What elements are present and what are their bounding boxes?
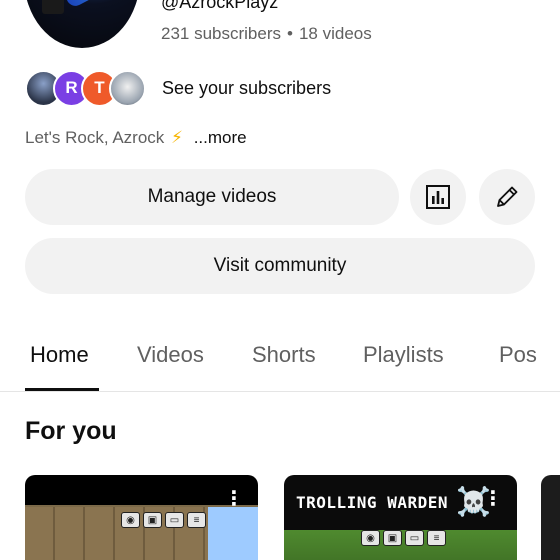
avatar-glow bbox=[63, 0, 125, 10]
tab-videos[interactable]: Videos bbox=[137, 342, 204, 368]
tab-playlists[interactable]: Playlists bbox=[363, 342, 444, 368]
tab-home[interactable]: Home bbox=[30, 342, 89, 368]
more-vert-icon[interactable]: ⋮ bbox=[224, 489, 244, 509]
channel-tabs: Home Videos Shorts Playlists Pos bbox=[0, 330, 560, 392]
see-subscribers-link[interactable]: See your subscribers bbox=[162, 78, 331, 99]
eye-icon: ◉ bbox=[361, 530, 380, 546]
chat-icon: ▭ bbox=[165, 512, 184, 528]
visit-community-button[interactable]: Visit community bbox=[25, 238, 535, 294]
thumbnail-title-text: TROLLING WARDEN bbox=[296, 493, 448, 512]
puzzle-icon: ▣ bbox=[383, 530, 402, 546]
edit-channel-button[interactable] bbox=[479, 169, 535, 225]
lightning-emoji: ⚡ bbox=[171, 128, 183, 147]
thumbnail-sky bbox=[208, 507, 258, 560]
channel-stats: 231 subscribers • 18 videos bbox=[161, 24, 372, 44]
more-vert-icon[interactable]: ⋮ bbox=[483, 489, 503, 509]
section-title: For you bbox=[25, 417, 117, 445]
subscriber-count: 231 subscribers bbox=[161, 24, 282, 43]
thumbnail-icon-bar: ◉ ▣ ▭ ≡ bbox=[121, 512, 206, 528]
list-icon: ≡ bbox=[427, 530, 446, 546]
stats-separator: • bbox=[287, 24, 293, 43]
more-link[interactable]: ...more bbox=[194, 128, 247, 147]
tab-posts[interactable]: Pos bbox=[499, 342, 537, 368]
list-icon: ≡ bbox=[187, 512, 206, 528]
subscriber-avatar bbox=[109, 69, 146, 107]
channel-avatar[interactable] bbox=[24, 0, 140, 48]
puzzle-icon: ▣ bbox=[143, 512, 162, 528]
video-thumbnail-partial[interactable] bbox=[541, 475, 560, 560]
eye-icon: ◉ bbox=[121, 512, 140, 528]
pencil-icon bbox=[497, 186, 518, 207]
analytics-button[interactable] bbox=[410, 169, 466, 225]
video-thumbnail[interactable]: ◉ ▣ ▭ ≡ ⋮ bbox=[25, 475, 258, 560]
video-thumbnail[interactable]: TROLLING WARDEN ☠️ ◉ ▣ ▭ ≡ ⋮ bbox=[284, 475, 517, 560]
description-text: Let's Rock, Azrock bbox=[25, 128, 165, 147]
manage-videos-button[interactable]: Manage videos bbox=[25, 169, 399, 225]
bar-chart-icon bbox=[426, 185, 450, 209]
see-subscribers-row[interactable]: R T See your subscribers bbox=[25, 69, 331, 107]
channel-handle: @AzrockPlayz bbox=[161, 0, 279, 12]
video-count: 18 videos bbox=[298, 24, 372, 43]
thumbnail-icon-bar: ◉ ▣ ▭ ≡ bbox=[361, 530, 446, 546]
avatar-figure bbox=[42, 0, 64, 14]
channel-description[interactable]: Let's Rock, Azrock ⚡ ...more bbox=[25, 128, 247, 148]
chat-icon: ▭ bbox=[405, 530, 424, 546]
tab-shorts[interactable]: Shorts bbox=[252, 342, 316, 368]
active-tab-indicator bbox=[25, 388, 99, 391]
